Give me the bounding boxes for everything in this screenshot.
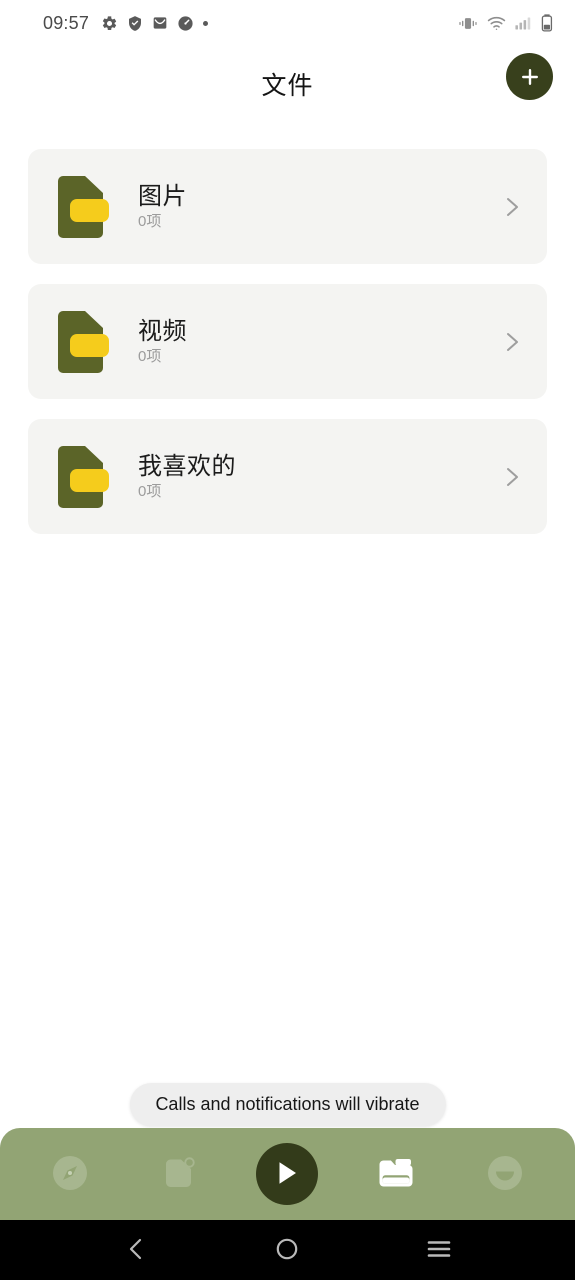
mail-icon <box>152 15 168 31</box>
back-button[interactable] <box>108 1228 164 1272</box>
page-title: 文件 <box>261 72 314 100</box>
nav-item-account[interactable] <box>474 1143 536 1205</box>
vibrate-icon <box>458 16 478 31</box>
battery-icon <box>541 14 553 32</box>
play-icon <box>275 1160 299 1189</box>
list-item-subtitle: 0项 <box>138 348 162 366</box>
speedometer-icon <box>177 15 194 32</box>
status-bar-left: 09:57 <box>43 13 209 33</box>
app-header: 文件 <box>0 46 575 122</box>
status-bar-right <box>458 14 553 32</box>
status-clock: 09:57 <box>43 13 90 33</box>
recents-button[interactable] <box>411 1228 467 1272</box>
home-icon <box>275 1237 299 1264</box>
folder-list: 图片 0项 视频 0项 我喜欢的 0项 <box>0 149 575 534</box>
status-bar: 09:57 <box>0 0 575 46</box>
list-item-title: 视频 <box>138 317 187 345</box>
list-item-text: 图片 0项 <box>138 183 187 231</box>
gear-icon <box>101 15 118 32</box>
recents-icon <box>426 1238 452 1263</box>
list-item[interactable]: 我喜欢的 0项 <box>28 419 547 534</box>
folder-icon <box>53 310 111 374</box>
compass-icon <box>51 1154 89 1195</box>
folder-icon <box>53 175 111 239</box>
nav-item-explore[interactable] <box>39 1143 101 1205</box>
document-badge-icon <box>162 1156 196 1193</box>
list-item-text: 视频 0项 <box>138 318 187 366</box>
chevron-right-icon[interactable] <box>499 194 525 220</box>
list-item[interactable]: 图片 0项 <box>28 149 547 264</box>
list-item-title: 我喜欢的 <box>138 452 236 480</box>
signal-icon <box>515 16 532 31</box>
nav-item-files[interactable] <box>365 1143 427 1205</box>
nav-item-documents[interactable] <box>148 1143 210 1205</box>
folder-icon <box>377 1156 415 1193</box>
wifi-icon <box>487 16 506 31</box>
add-button[interactable] <box>506 53 553 100</box>
bottom-navigation-bar <box>0 1128 575 1220</box>
back-icon <box>125 1236 147 1265</box>
shield-check-icon <box>127 15 143 32</box>
list-item-subtitle: 0项 <box>138 483 162 501</box>
account-icon <box>486 1154 524 1195</box>
toast-message: Calls and notifications will vibrate <box>129 1083 446 1126</box>
plus-icon <box>521 68 538 85</box>
phone-screen: 09:57 文件 图片 0项 视频 0项 我喜欢的 0项 Calls and n… <box>0 0 575 1280</box>
list-item[interactable]: 视频 0项 <box>28 284 547 399</box>
system-navigation-bar <box>0 1220 575 1280</box>
list-item-subtitle: 0项 <box>138 213 162 231</box>
home-button[interactable] <box>259 1228 315 1272</box>
folder-icon <box>53 445 111 509</box>
dot-icon <box>203 20 209 26</box>
chevron-right-icon[interactable] <box>499 329 525 355</box>
nav-item-play[interactable] <box>256 1143 319 1205</box>
list-item-text: 我喜欢的 0项 <box>138 453 236 501</box>
chevron-right-icon[interactable] <box>499 464 525 490</box>
list-item-title: 图片 <box>138 182 187 210</box>
